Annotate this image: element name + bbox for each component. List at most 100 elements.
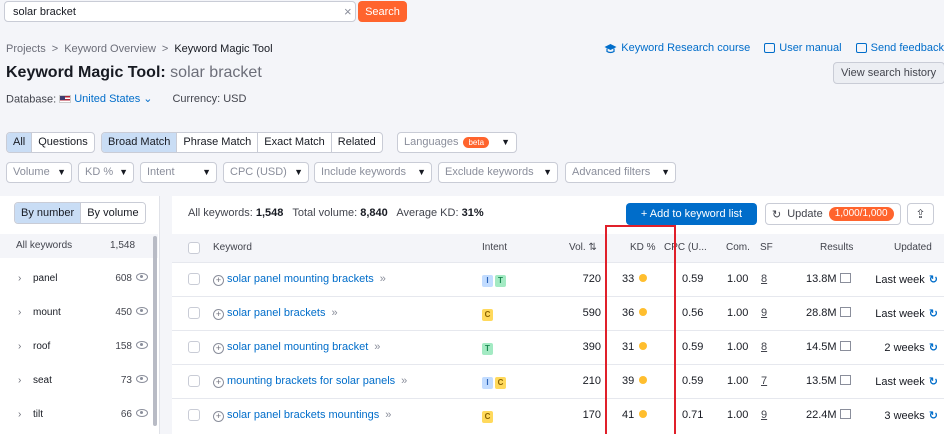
serp-icon[interactable] <box>839 307 851 317</box>
breadcrumb-keyword-overview[interactable]: Keyword Overview <box>64 43 156 55</box>
add-plus-icon[interactable]: + <box>213 377 224 388</box>
double-chevron-icon[interactable]: » <box>385 409 391 421</box>
keyword-link[interactable]: solar panel brackets mountings <box>227 409 379 421</box>
group-item[interactable]: › tilt 66 <box>0 398 156 432</box>
double-chevron-icon[interactable]: » <box>380 273 386 285</box>
col-sf[interactable]: SF <box>760 242 773 253</box>
filter-volume[interactable]: Volume ▼ <box>6 162 72 183</box>
sf-link[interactable]: 8 <box>761 273 767 285</box>
database-select[interactable]: United States ⌄ <box>59 92 152 105</box>
tab-exact-match[interactable]: Exact Match <box>258 133 332 152</box>
keyword-link[interactable]: solar panel brackets <box>227 307 325 319</box>
serp-icon[interactable] <box>839 409 851 419</box>
filter-intent[interactable]: Intent ▼ <box>140 162 217 183</box>
by-volume-button[interactable]: By volume <box>81 203 145 223</box>
refresh-icon[interactable]: ↻ <box>929 410 938 422</box>
group-item[interactable]: › mount 450 <box>0 296 156 330</box>
serp-icon[interactable] <box>839 375 851 385</box>
keyword-link[interactable]: solar panel mounting bracket <box>227 341 368 353</box>
course-link[interactable]: Keyword Research course <box>604 42 750 54</box>
tab-related[interactable]: Related <box>332 133 382 152</box>
add-to-keyword-list-button[interactable]: + Add to keyword list <box>626 203 757 225</box>
chevron-right-icon: > <box>51 43 59 55</box>
serp-icon[interactable] <box>839 341 851 351</box>
search-input[interactable] <box>13 4 333 20</box>
groups-scrollbar[interactable] <box>153 236 157 426</box>
add-plus-icon[interactable]: + <box>213 309 224 320</box>
eye-icon[interactable] <box>136 375 148 383</box>
tab-questions[interactable]: Questions <box>32 133 94 152</box>
eye-icon[interactable] <box>136 307 148 315</box>
database-value: United States <box>74 92 141 105</box>
updated-cell: Last week ↻ <box>875 273 938 286</box>
refresh-icon[interactable]: ↻ <box>929 308 938 320</box>
filter-cpc[interactable]: CPC (USD) ▼ <box>223 162 309 183</box>
filter-advanced[interactable]: Advanced filters ▼ <box>565 162 676 183</box>
tab-broad-match[interactable]: Broad Match <box>102 133 178 152</box>
chevron-right-icon[interactable]: › <box>18 375 21 386</box>
export-button[interactable]: ⇪ <box>907 203 934 225</box>
col-cpc[interactable]: CPC (U... <box>664 242 707 253</box>
col-intent[interactable]: Intent <box>482 242 507 253</box>
double-chevron-icon[interactable]: » <box>401 375 407 387</box>
col-com[interactable]: Com. <box>726 242 750 253</box>
languages-dropdown[interactable]: Languages beta ▼ <box>397 132 517 153</box>
breadcrumb-projects[interactable]: Projects <box>6 43 46 55</box>
double-chevron-icon[interactable]: » <box>331 307 337 319</box>
col-results[interactable]: Results <box>820 242 853 253</box>
view-history-button[interactable]: View search history <box>833 62 944 84</box>
col-volume[interactable]: Vol. ⇅ <box>569 242 597 253</box>
sf-link[interactable]: 8 <box>761 341 767 353</box>
manual-link[interactable]: User manual <box>764 42 842 54</box>
keyword-link[interactable]: solar panel mounting brackets <box>227 273 374 285</box>
row-checkbox[interactable] <box>188 409 200 421</box>
update-button[interactable]: ↻ Update 1,000/1,000 <box>765 203 901 225</box>
chevron-right-icon[interactable]: › <box>18 409 21 420</box>
filter-include-keywords[interactable]: Include keywords ▼ <box>314 162 432 183</box>
row-checkbox[interactable] <box>188 341 200 353</box>
chevron-right-icon[interactable]: › <box>18 273 21 284</box>
filter-exclude-keywords[interactable]: Exclude keywords ▼ <box>438 162 558 183</box>
refresh-icon[interactable]: ↻ <box>929 342 938 354</box>
close-icon[interactable]: × <box>344 5 352 19</box>
filter-label: Include keywords <box>321 166 406 178</box>
row-checkbox[interactable] <box>188 307 200 319</box>
serp-icon[interactable] <box>839 273 851 283</box>
keyword-link[interactable]: mounting brackets for solar panels <box>227 375 395 387</box>
add-plus-icon[interactable]: + <box>213 343 224 354</box>
group-count: 73 <box>120 375 132 386</box>
col-updated[interactable]: Updated <box>894 242 932 253</box>
row-checkbox[interactable] <box>188 375 200 387</box>
updated-value: Last week <box>875 274 925 286</box>
add-plus-icon[interactable]: + <box>213 275 224 286</box>
tab-phrase-match[interactable]: Phrase Match <box>177 133 259 152</box>
tab-all[interactable]: All <box>7 133 33 152</box>
summary-volume-value: 8,840 <box>360 207 388 219</box>
double-chevron-icon[interactable]: » <box>374 341 380 353</box>
eye-icon[interactable] <box>136 341 148 349</box>
filter-kd[interactable]: KD % ▼ <box>78 162 134 183</box>
group-item[interactable]: › roof 158 <box>0 330 156 364</box>
by-number-button[interactable]: By number <box>15 203 82 223</box>
sf-link[interactable]: 9 <box>761 307 767 319</box>
eye-icon[interactable] <box>136 409 148 417</box>
refresh-icon[interactable]: ↻ <box>929 376 938 388</box>
refresh-icon[interactable]: ↻ <box>929 274 938 286</box>
group-item[interactable]: › seat 73 <box>0 364 156 398</box>
groups-header[interactable]: All keywords 1,548 <box>0 234 158 258</box>
feedback-link[interactable]: Send feedback <box>855 42 944 54</box>
sf-link[interactable]: 7 <box>761 375 767 387</box>
col-kd[interactable]: KD % <box>630 242 656 253</box>
cpc-cell: 0.56 <box>682 307 704 319</box>
select-all-checkbox[interactable] <box>188 242 200 254</box>
eye-icon[interactable] <box>136 273 148 281</box>
search-box[interactable]: × <box>4 1 356 22</box>
chevron-right-icon[interactable]: › <box>18 307 21 318</box>
sf-link[interactable]: 9 <box>761 409 767 421</box>
group-item[interactable]: › panel 608 <box>0 262 156 296</box>
col-keyword[interactable]: Keyword <box>213 242 252 253</box>
chevron-right-icon[interactable]: › <box>18 341 21 352</box>
search-button[interactable]: Search <box>358 1 407 22</box>
add-plus-icon[interactable]: + <box>213 411 224 422</box>
row-checkbox[interactable] <box>188 273 200 285</box>
